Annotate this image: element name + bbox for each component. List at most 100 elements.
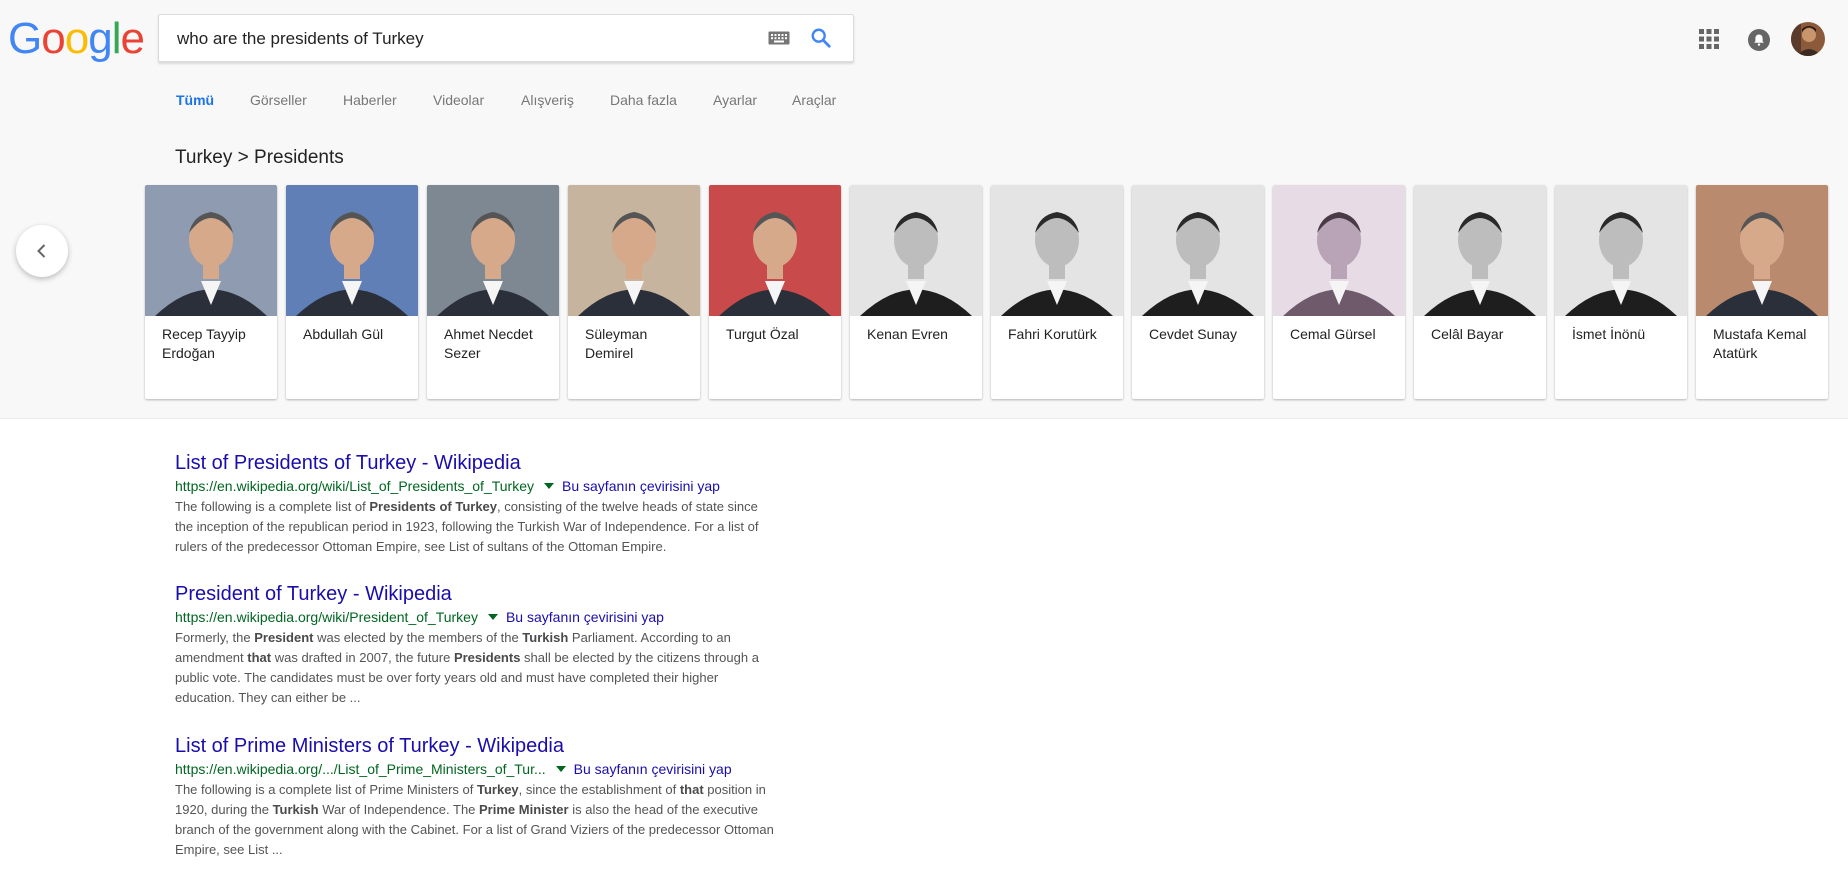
caret-down-icon[interactable] [555, 766, 566, 773]
translate-link[interactable]: Bu sayfanın çevirisini yap [506, 609, 664, 625]
snippet-text: 1920, during the [175, 802, 273, 817]
result-url[interactable]: https://en.wikipedia.org/wiki/List_of_Pr… [175, 478, 534, 494]
snippet-text: is also the head of the executive [568, 802, 758, 817]
person-card[interactable]: Celâl Bayar [1414, 185, 1546, 399]
snippet-keyword: Prime Minister [479, 802, 569, 817]
snippet-text: the inception of the republican period i… [175, 519, 759, 534]
search-input[interactable] [175, 15, 759, 63]
result-title-link[interactable]: List of Prime Ministers of Turkey - Wiki… [175, 733, 835, 759]
google-logo[interactable]: Google [8, 14, 145, 64]
snippet-keyword: Turkey [477, 782, 519, 797]
snippet-line: public vote. The candidates must be over… [175, 668, 835, 688]
notifications-icon[interactable] [1747, 28, 1771, 57]
person-card[interactable]: Cemal Gürsel [1273, 185, 1405, 399]
carousel-breadcrumb[interactable]: Turkey > Presidents [175, 147, 344, 169]
person-photo [568, 185, 700, 316]
person-card[interactable]: Recep Tayyip Erdoğan [145, 185, 277, 399]
tab-images[interactable]: Görseller [250, 92, 307, 108]
person-photo [1414, 185, 1546, 316]
logo-letter: l [111, 14, 122, 63]
person-photo [1555, 185, 1687, 316]
caret-down-icon[interactable] [544, 483, 554, 490]
snippet-text: Parliament. According to an [568, 630, 731, 645]
person-photo [709, 185, 841, 316]
tab-news[interactable]: Haberler [343, 92, 397, 108]
snippet-line: the inception of the republican period i… [175, 517, 835, 537]
person-name: İsmet İnönü [1572, 326, 1646, 342]
person-card[interactable]: Ahmet Necdet Sezer [427, 185, 559, 399]
logo-letter: e [120, 14, 145, 63]
snippet-text: The following is a complete list of [175, 499, 370, 514]
person-photo [1132, 185, 1264, 316]
tab-more[interactable]: Daha fazla [610, 92, 677, 108]
person-card[interactable]: Abdullah Gül [286, 185, 418, 399]
snippet-text: War of Independence. The [318, 802, 480, 817]
snippet-text: , since the establishment of [518, 782, 680, 797]
tab-all[interactable]: Tümü [176, 92, 214, 108]
person-photo [427, 185, 559, 316]
person-name: Abdullah Gül [303, 326, 384, 342]
result-title-link[interactable]: President of Turkey - Wikipedia [175, 581, 835, 607]
snippet-line: amendment that was drafted in 2007, the … [175, 648, 835, 668]
snippet-text: rulers of the predecessor Ottoman Empire… [175, 539, 667, 554]
person-card[interactable]: Turgut Özal [709, 185, 841, 399]
person-card[interactable]: Kenan Evren [850, 185, 982, 399]
snippet-line: education. They can either be ... [175, 688, 835, 708]
tab-videos[interactable]: Videolar [433, 92, 484, 108]
search-icon[interactable] [810, 27, 832, 54]
person-name: Celâl Bayar [1431, 326, 1504, 342]
snippet-keyword: Turkish [272, 802, 319, 817]
person-card[interactable]: Süleyman Demirel [568, 185, 700, 399]
tab-shopping[interactable]: Alışveriş [521, 92, 574, 108]
snippet-text: , consisting of the twelve heads of stat… [497, 499, 758, 514]
knowledge-panel-area: Google who are the presidents of Turkey … [0, 0, 1848, 419]
translate-link[interactable]: Bu sayfanın çevirisini yap [574, 761, 732, 777]
person-card[interactable]: İsmet İnönü [1555, 185, 1687, 399]
person-name: Ahmet Necdet Sezer [444, 326, 533, 361]
person-name: Cevdet Sunay [1149, 326, 1237, 342]
person-photo [850, 185, 982, 316]
apps-icon[interactable] [1699, 29, 1719, 54]
caret-down-icon[interactable] [487, 614, 498, 621]
snippet-text: education. They can either be ... [175, 690, 361, 705]
result-url[interactable]: https://en.wikipedia.org/wiki/President_… [175, 609, 478, 625]
carousel-prev-button[interactable] [16, 225, 68, 277]
snippet-text: position in [703, 782, 766, 797]
logo-letter: o [41, 14, 66, 63]
result-snippet: The following is a complete list of Prim… [175, 780, 835, 860]
person-name: Fahri Korutürk [1008, 326, 1097, 342]
result-snippet: The following is a complete list of Pres… [175, 497, 835, 557]
result-url-line: https://en.wikipedia.org/wiki/List_of_Pr… [175, 476, 835, 496]
person-name: Recep Tayyip Erdoğan [162, 326, 246, 361]
snippet-keyword: that [679, 782, 704, 797]
keyboard-icon[interactable] [768, 31, 790, 50]
person-photo [145, 185, 277, 316]
snippet-keyword: Turkish [522, 630, 569, 645]
snippet-keyword: that [247, 650, 272, 665]
person-name: Cemal Gürsel [1290, 326, 1376, 342]
search-box [158, 14, 854, 63]
snippet-line: The following is a complete list of Prim… [175, 780, 835, 800]
person-photo [991, 185, 1123, 316]
person-photo [1696, 185, 1828, 316]
avatar[interactable] [1791, 22, 1825, 56]
result-title-link[interactable]: List of Presidents of Turkey - Wikipedia [175, 450, 835, 476]
person-name: Süleyman Demirel [585, 326, 648, 361]
logo-letter: g [88, 14, 113, 63]
person-photo [286, 185, 418, 316]
person-card[interactable]: Cevdet Sunay [1132, 185, 1264, 399]
tab-settings[interactable]: Ayarlar [713, 92, 757, 108]
snippet-line: The following is a complete list of Pres… [175, 497, 835, 517]
person-card[interactable]: Mustafa Kemal Atatürk [1696, 185, 1828, 399]
snippet-line: branch of the government along with the … [175, 820, 835, 840]
person-name: Kenan Evren [867, 326, 948, 342]
snippet-keyword: President [254, 630, 314, 645]
tab-tools[interactable]: Araçlar [792, 92, 836, 108]
chevron-left-icon [37, 244, 46, 258]
snippet-text: Formerly, the [175, 630, 255, 645]
result-url[interactable]: https://en.wikipedia.org/.../List_of_Pri… [175, 761, 546, 777]
snippet-line: Formerly, the President was elected by t… [175, 628, 835, 648]
person-card[interactable]: Fahri Korutürk [991, 185, 1123, 399]
translate-link[interactable]: Bu sayfanın çevirisini yap [562, 478, 720, 494]
snippet-line: rulers of the predecessor Ottoman Empire… [175, 537, 835, 557]
